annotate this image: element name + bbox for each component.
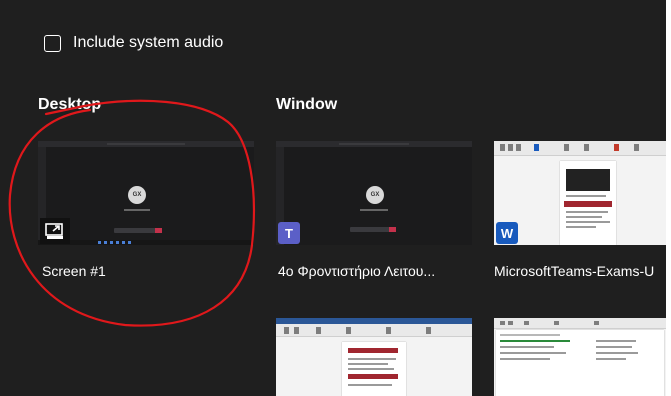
- participant-avatar: GX: [366, 186, 384, 204]
- share-content-panel: Include system audio Desktop Window GX S…: [0, 0, 666, 396]
- include-system-audio-option[interactable]: Include system audio: [44, 34, 223, 52]
- teams-window-preview: GX: [276, 141, 472, 245]
- word-window-thumbnail[interactable]: [494, 141, 666, 245]
- word-window-caption: MicrosoftTeams-Exams-U: [494, 263, 655, 279]
- teams-window-thumbnail[interactable]: GX: [276, 141, 472, 245]
- excel-window-thumbnail[interactable]: [494, 318, 666, 396]
- word-icon: W: [496, 222, 518, 244]
- screen-1-caption: Screen #1: [42, 263, 106, 279]
- teams-window-caption: 4ο Φροντιστήριο Λειτου...: [278, 263, 436, 279]
- screen-1-thumbnail[interactable]: GX: [38, 141, 254, 245]
- word-window-2-thumbnail[interactable]: [276, 318, 472, 396]
- participant-avatar: GX: [128, 186, 146, 204]
- desktop-section-heading: Desktop: [38, 96, 102, 113]
- screen-preview: GX: [38, 141, 254, 245]
- share-screen-icon: [40, 218, 70, 244]
- include-audio-checkbox[interactable]: [44, 34, 61, 52]
- teams-icon: T: [278, 222, 300, 244]
- include-audio-label: Include system audio: [73, 34, 224, 51]
- window-section-heading: Window: [276, 96, 338, 113]
- window-edge: [666, 0, 671, 396]
